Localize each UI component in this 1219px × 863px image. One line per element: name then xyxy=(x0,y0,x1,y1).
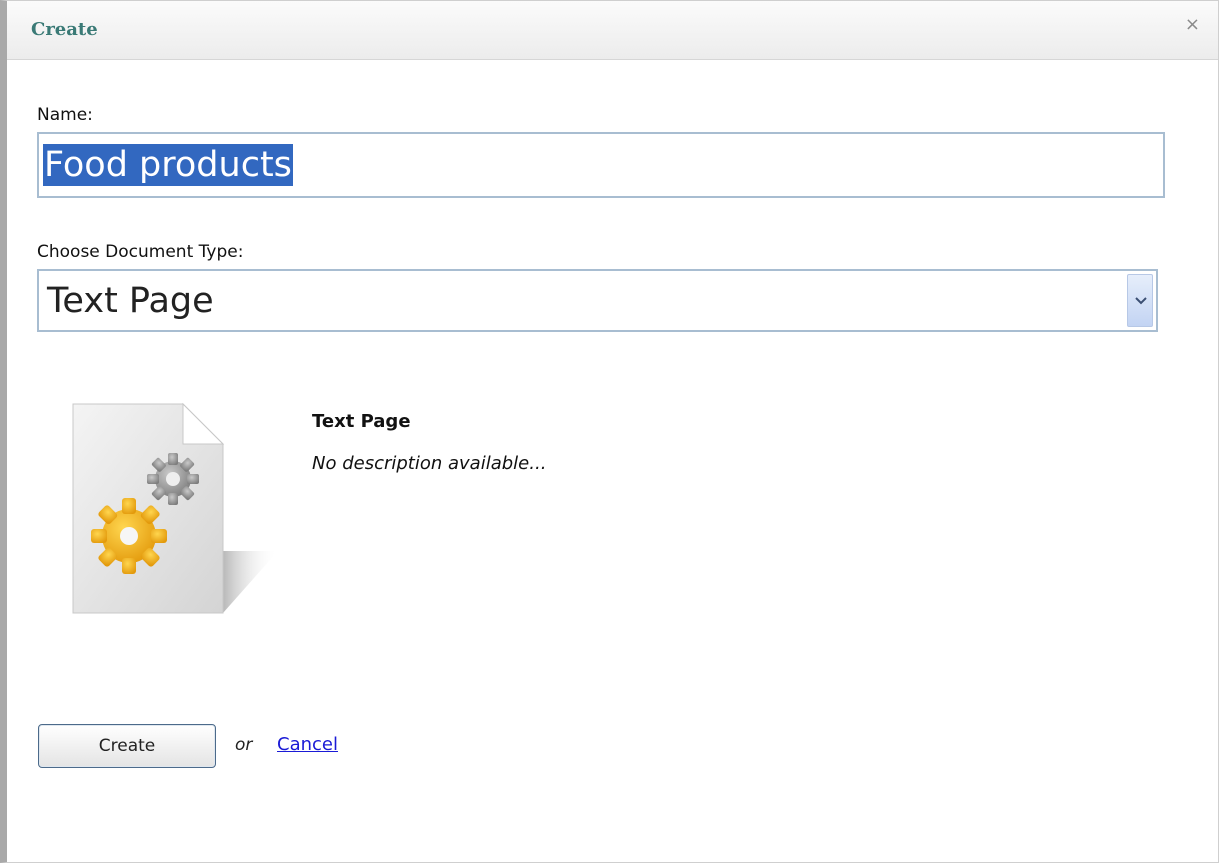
preview-description: No description available... xyxy=(312,453,547,474)
close-icon[interactable]: × xyxy=(1185,16,1200,34)
dropdown-button[interactable] xyxy=(1127,274,1153,327)
document-type-select[interactable]: Text Page xyxy=(37,269,1158,332)
create-button[interactable]: Create xyxy=(38,724,216,768)
chevron-down-icon xyxy=(1135,297,1147,305)
document-type-label: Choose Document Type: xyxy=(37,242,244,262)
dialog-title: Create xyxy=(31,19,98,40)
document-type-selected: Text Page xyxy=(47,281,214,321)
dialog-titlebar: Create × xyxy=(7,1,1218,60)
preview-title: Text Page xyxy=(312,411,411,432)
name-input[interactable]: Food products xyxy=(37,132,1165,198)
create-dialog: Create × Name: Food products Choose Docu… xyxy=(0,0,1219,863)
cancel-link[interactable]: Cancel xyxy=(277,734,338,755)
name-label: Name: xyxy=(37,105,93,125)
or-text: or xyxy=(235,735,253,755)
document-gears-icon xyxy=(72,402,278,614)
name-input-value: Food products xyxy=(43,144,293,186)
